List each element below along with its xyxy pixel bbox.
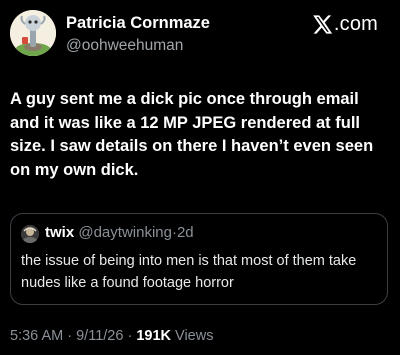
views-count: 191K [136,328,171,344]
tweet-date[interactable]: 9/11/26 [76,328,123,344]
author-display-name[interactable]: Patricia Cornmaze [66,14,210,33]
tweet-meta: 5:36 AM · 9/11/26 · 191K Views [10,328,213,344]
brand-domain-text: .com [333,13,378,35]
tweet-time[interactable]: 5:36 AM [10,328,63,344]
meta-separator: · [67,328,73,344]
x-logo-icon [313,15,333,34]
avatar-icon [21,225,39,243]
tweet-card: Patricia Cornmaze @oohweehuman .com A gu… [0,0,400,355]
quote-author-avatar[interactable] [21,225,39,243]
tweet-text: A guy sent me a dick pic once through em… [10,90,374,179]
meta-separator: · [127,328,133,344]
quote-header: twix @daytwinking·2d [45,224,194,241]
views-label: Views [175,328,214,344]
quote-author-handle[interactable]: @daytwinking [78,224,172,241]
quote-author-name[interactable]: twix [45,224,74,241]
quoted-tweet[interactable]: twix @daytwinking·2d the issue of being … [10,213,388,305]
brand-watermark: .com [313,13,378,36]
author-handle[interactable]: @oohweehuman [66,37,183,55]
quote-age: 2d [176,224,194,241]
quote-text: the issue of being into men is that most… [21,253,357,291]
avatar-illustration-icon [10,10,56,56]
author-avatar[interactable] [10,10,56,56]
